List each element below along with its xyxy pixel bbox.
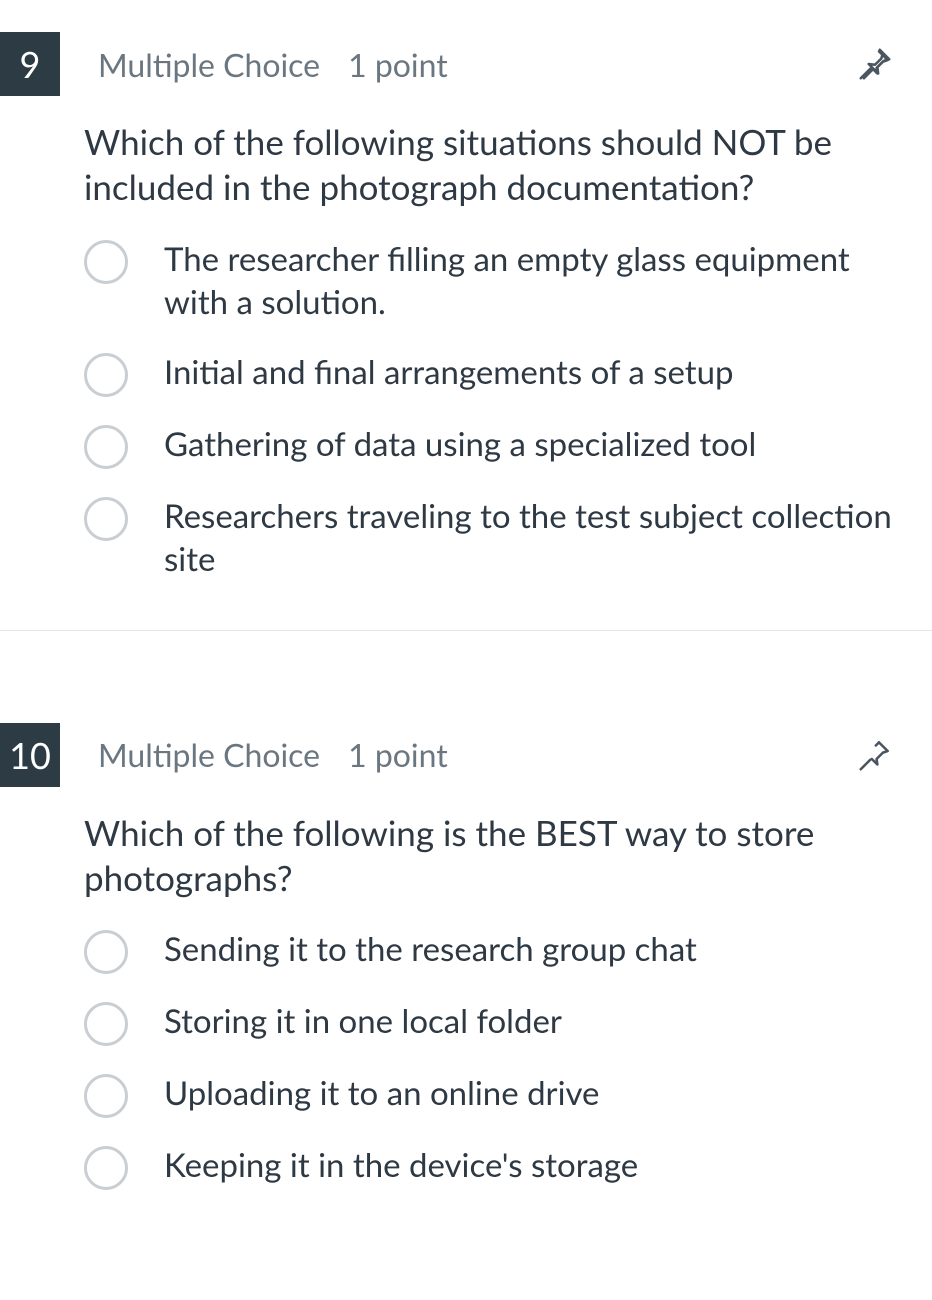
option-row[interactable]: Uploading it to an online drive	[84, 1072, 910, 1118]
question-type-label: Multiple Choice	[98, 735, 320, 774]
question-number-badge: 10	[0, 723, 60, 787]
option-row[interactable]: Keeping it in the device's storage	[84, 1144, 910, 1190]
radio-icon	[84, 240, 128, 284]
options-list: The researcher filling an empty glass eq…	[84, 238, 910, 582]
question-header: 10 Multiple Choice 1 point	[0, 691, 932, 787]
question-block: 10 Multiple Choice 1 point Which of the …	[0, 691, 932, 1211]
option-label: Keeping it in the device's storage	[164, 1144, 638, 1188]
pin-button[interactable]	[850, 39, 900, 89]
question-body: Which of the following situations should…	[0, 96, 932, 582]
pin-icon	[856, 736, 894, 774]
pin-button[interactable]	[850, 730, 900, 780]
question-type-label: Multiple Choice	[98, 45, 320, 84]
options-list: Sending it to the research group chat St…	[84, 928, 910, 1190]
radio-icon	[84, 425, 128, 469]
option-row[interactable]: Gathering of data using a specialized to…	[84, 423, 910, 469]
pin-icon	[856, 45, 894, 83]
option-label: The researcher filling an empty glass eq…	[164, 238, 910, 325]
option-label: Researchers traveling to the test subjec…	[164, 495, 910, 582]
option-row[interactable]: Storing it in one local folder	[84, 1000, 910, 1046]
question-meta: Multiple Choice 1 point	[98, 735, 850, 774]
radio-icon	[84, 497, 128, 541]
question-body: Which of the following is the BEST way t…	[0, 787, 932, 1191]
radio-icon	[84, 353, 128, 397]
question-prompt: Which of the following is the BEST way t…	[84, 811, 910, 901]
question-prompt: Which of the following situations should…	[84, 120, 910, 210]
question-points-label: 1 point	[348, 735, 448, 774]
option-row[interactable]: Sending it to the research group chat	[84, 928, 910, 974]
option-label: Gathering of data using a specialized to…	[164, 423, 756, 467]
option-row[interactable]: Initial and final arrangements of a setu…	[84, 351, 910, 397]
option-label: Storing it in one local folder	[164, 1000, 562, 1044]
option-row[interactable]: Researchers traveling to the test subjec…	[84, 495, 910, 582]
option-label: Sending it to the research group chat	[164, 928, 697, 972]
quiz-container: 9 Multiple Choice 1 point Which of the f…	[0, 0, 932, 1210]
option-row[interactable]: The researcher filling an empty glass eq…	[84, 238, 910, 325]
question-header: 9 Multiple Choice 1 point	[0, 0, 932, 96]
radio-icon	[84, 930, 128, 974]
question-block: 9 Multiple Choice 1 point Which of the f…	[0, 0, 932, 631]
question-meta: Multiple Choice 1 point	[98, 45, 850, 84]
radio-icon	[84, 1002, 128, 1046]
question-number-badge: 9	[0, 32, 60, 96]
option-label: Uploading it to an online drive	[164, 1072, 600, 1116]
option-label: Initial and final arrangements of a setu…	[164, 351, 734, 395]
radio-icon	[84, 1074, 128, 1118]
question-points-label: 1 point	[348, 45, 448, 84]
radio-icon	[84, 1146, 128, 1190]
